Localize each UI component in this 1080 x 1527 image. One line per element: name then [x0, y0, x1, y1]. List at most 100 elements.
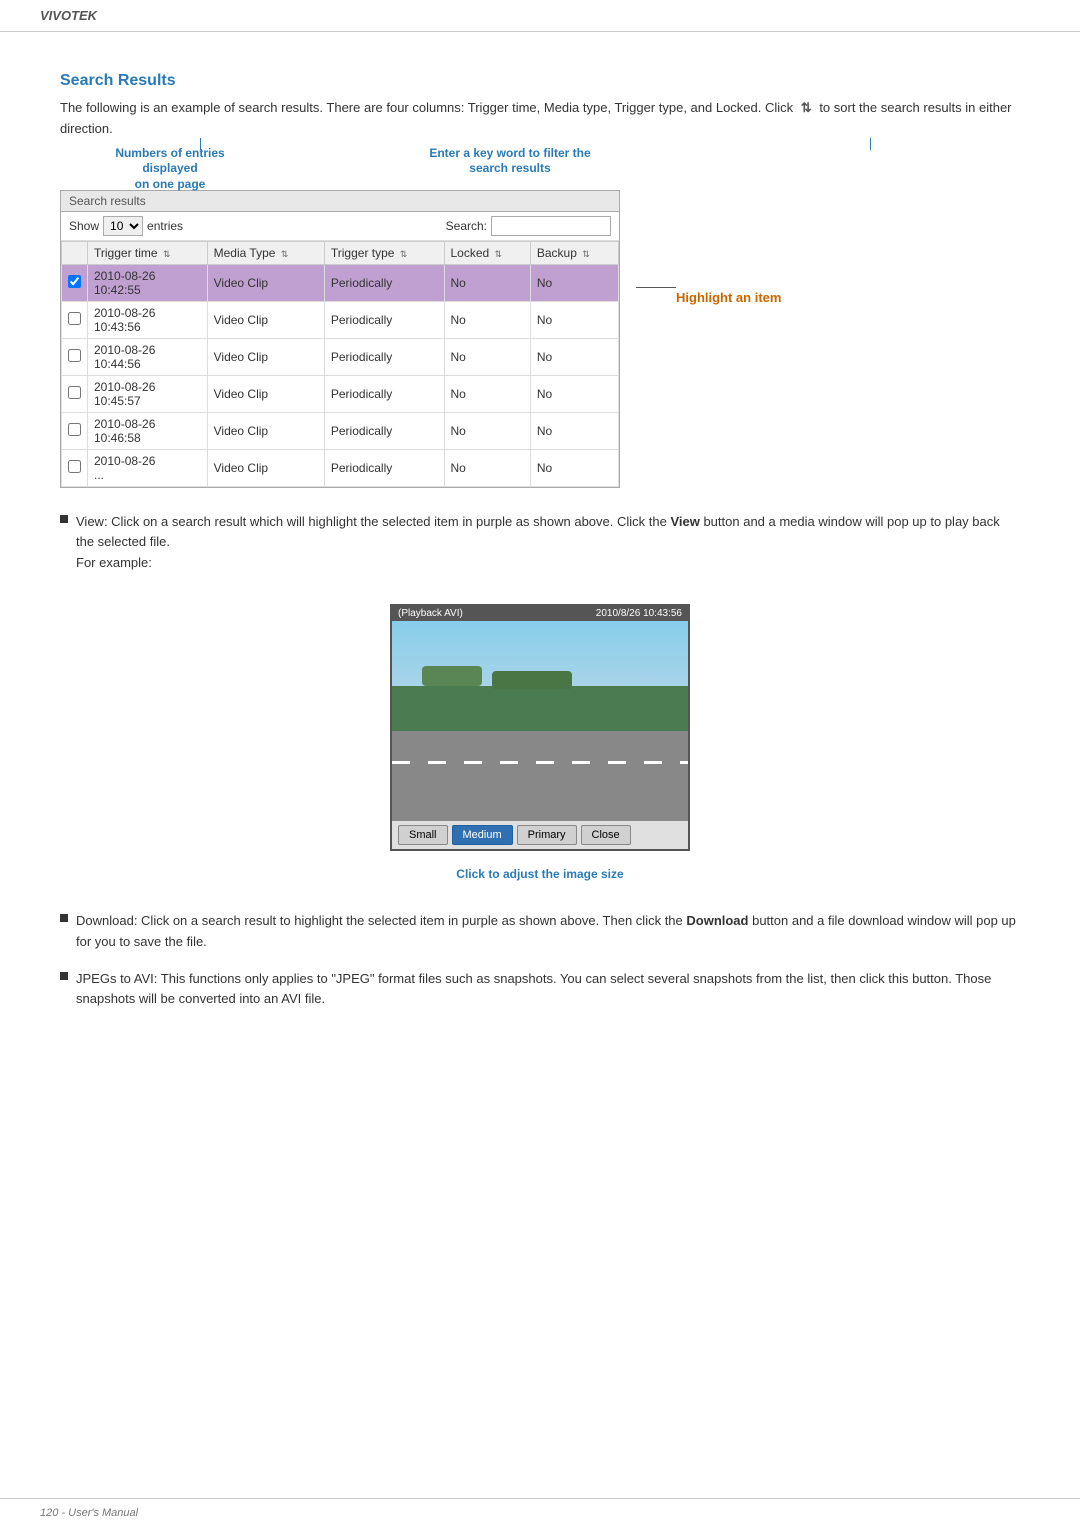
table-body: 2010-08-26 10:42:55Video ClipPeriodicall…: [62, 264, 619, 486]
entries-select[interactable]: 10 25 50: [103, 216, 143, 236]
row-checkbox-cell: [62, 338, 88, 375]
locked-cell: No: [444, 264, 530, 301]
bullet-icon-jpegs: [60, 972, 68, 980]
col-media-type[interactable]: Media Type ⇅: [207, 241, 324, 264]
row-checkbox-cell: [62, 264, 88, 301]
annotation-numbers: Numbers of entries displayedon one page: [90, 146, 250, 193]
media-type-cell: Video Clip: [207, 338, 324, 375]
tree2: [492, 671, 572, 689]
playback-timestamp: 2010/8/26 10:43:56: [596, 608, 682, 619]
table-row[interactable]: 2010-08-26 10:45:57Video ClipPeriodicall…: [62, 375, 619, 412]
annotation-line: [200, 138, 201, 150]
backup-cell: No: [530, 301, 618, 338]
search-input[interactable]: [491, 216, 611, 236]
page-label: 120 - User's Manual: [40, 1507, 138, 1519]
media-type-cell: Video Clip: [207, 264, 324, 301]
search-bar: Search:: [446, 216, 611, 236]
col-backup[interactable]: Backup ⇅: [530, 241, 618, 264]
playback-window: (Playback AVI) 2010/8/26 10:43:56 Small …: [390, 588, 690, 895]
search-label: Search:: [446, 219, 487, 233]
btn-medium[interactable]: Medium: [452, 825, 513, 845]
table-row[interactable]: 2010-08-26 10:43:56Video ClipPeriodicall…: [62, 301, 619, 338]
results-table: Trigger time ⇅ Media Type ⇅ Trigger type…: [61, 241, 619, 487]
playback-titlebar: (Playback AVI) 2010/8/26 10:43:56: [392, 606, 688, 621]
backup-cell: No: [530, 375, 618, 412]
playback-container: (Playback AVI) 2010/8/26 10:43:56 Small …: [390, 604, 690, 851]
table-header-row: Trigger time ⇅ Media Type ⇅ Trigger type…: [62, 241, 619, 264]
show-entries-bar: Show 10 25 50 entries: [69, 216, 183, 236]
road-lines: [392, 761, 688, 764]
bullet-text-jpegs: JPEGs to AVI: This functions only applie…: [76, 969, 1020, 1011]
main-content: Search Results The following is an examp…: [0, 52, 1080, 1064]
row-checkbox[interactable]: [68, 423, 81, 436]
row-checkbox-cell: [62, 301, 88, 338]
col-trigger-type[interactable]: Trigger type ⇅: [324, 241, 444, 264]
media-type-cell: Video Clip: [207, 301, 324, 338]
trigger-time-cell: 2010-08-26 10:46:58: [88, 412, 208, 449]
playback-section: (Playback AVI) 2010/8/26 10:43:56 Small …: [60, 588, 1020, 895]
trigger-time-cell: 2010-08-26 ...: [88, 449, 208, 486]
sort-backup-icon[interactable]: ⇅: [582, 249, 590, 260]
backup-cell: No: [530, 412, 618, 449]
media-type-cell: Video Clip: [207, 375, 324, 412]
row-checkbox-cell: [62, 449, 88, 486]
bullet-jpegs: JPEGs to AVI: This functions only applie…: [60, 969, 1020, 1011]
row-checkbox[interactable]: [68, 460, 81, 473]
row-checkbox-cell: [62, 375, 88, 412]
annotation-search: Enter a key word to filter thesearch res…: [420, 146, 600, 177]
playback-buttons-row: Small Medium Primary Close: [392, 821, 688, 849]
annotation-search-line: [870, 138, 871, 150]
locked-cell: No: [444, 412, 530, 449]
sort-media-type-icon[interactable]: ⇅: [281, 249, 289, 260]
row-checkbox[interactable]: [68, 312, 81, 325]
row-checkbox[interactable]: [68, 275, 81, 288]
intro-paragraph: The following is an example of search re…: [60, 98, 1020, 140]
table-row[interactable]: 2010-08-26 ...Video ClipPeriodicallyNoNo: [62, 449, 619, 486]
trigger-type-cell: Periodically: [324, 375, 444, 412]
table-row[interactable]: 2010-08-26 10:42:55Video ClipPeriodicall…: [62, 264, 619, 301]
trigger-time-cell: 2010-08-26 10:45:57: [88, 375, 208, 412]
btn-small[interactable]: Small: [398, 825, 448, 845]
col-checkbox: [62, 241, 88, 264]
backup-cell: No: [530, 338, 618, 375]
page-header: VIVOTEK: [0, 0, 1080, 32]
btn-close[interactable]: Close: [581, 825, 631, 845]
trigger-type-cell: Periodically: [324, 449, 444, 486]
diagram-wrapper: Numbers of entries displayedon one page …: [60, 190, 1020, 488]
search-results-table-area: Search results Show 10 25 50 entries Sea…: [60, 190, 620, 488]
sort-icon: ⇅: [801, 98, 812, 119]
section-title: Search Results: [60, 72, 1020, 90]
bullet-view: View: Click on a search result which wil…: [60, 512, 1020, 574]
trigger-type-cell: Periodically: [324, 412, 444, 449]
road-bg: [392, 731, 688, 821]
row-checkbox-cell: [62, 412, 88, 449]
playback-caption: Click to adjust the image size: [390, 867, 690, 881]
sort-locked-icon[interactable]: ⇅: [495, 249, 503, 260]
playback-title: (Playback AVI): [398, 608, 463, 619]
playback-video: [392, 621, 688, 821]
entries-label: entries: [147, 219, 183, 233]
locked-cell: No: [444, 449, 530, 486]
bullet-text-view: View: Click on a search result which wil…: [76, 512, 1020, 574]
table-title: Search results: [69, 194, 146, 208]
sort-trigger-type-icon[interactable]: ⇅: [400, 249, 408, 260]
col-locked[interactable]: Locked ⇅: [444, 241, 530, 264]
row-checkbox[interactable]: [68, 349, 81, 362]
right-annotation: Highlight an item: [636, 270, 781, 305]
table-row[interactable]: 2010-08-26 10:44:56Video ClipPeriodicall…: [62, 338, 619, 375]
page-footer: 120 - User's Manual: [0, 1498, 1080, 1527]
bullet-text-download: Download: Click on a search result to hi…: [76, 911, 1020, 953]
trigger-type-cell: Periodically: [324, 338, 444, 375]
backup-cell: No: [530, 264, 618, 301]
media-type-cell: Video Clip: [207, 449, 324, 486]
highlight-label: Highlight an item: [676, 290, 781, 305]
col-trigger-time[interactable]: Trigger time ⇅: [88, 241, 208, 264]
btn-primary[interactable]: Primary: [517, 825, 577, 845]
locked-cell: No: [444, 301, 530, 338]
media-type-cell: Video Clip: [207, 412, 324, 449]
row-checkbox[interactable]: [68, 386, 81, 399]
annotation-arrow-line: [636, 287, 676, 288]
trigger-time-cell: 2010-08-26 10:44:56: [88, 338, 208, 375]
table-row[interactable]: 2010-08-26 10:46:58Video ClipPeriodicall…: [62, 412, 619, 449]
sort-trigger-time-icon[interactable]: ⇅: [163, 249, 171, 260]
